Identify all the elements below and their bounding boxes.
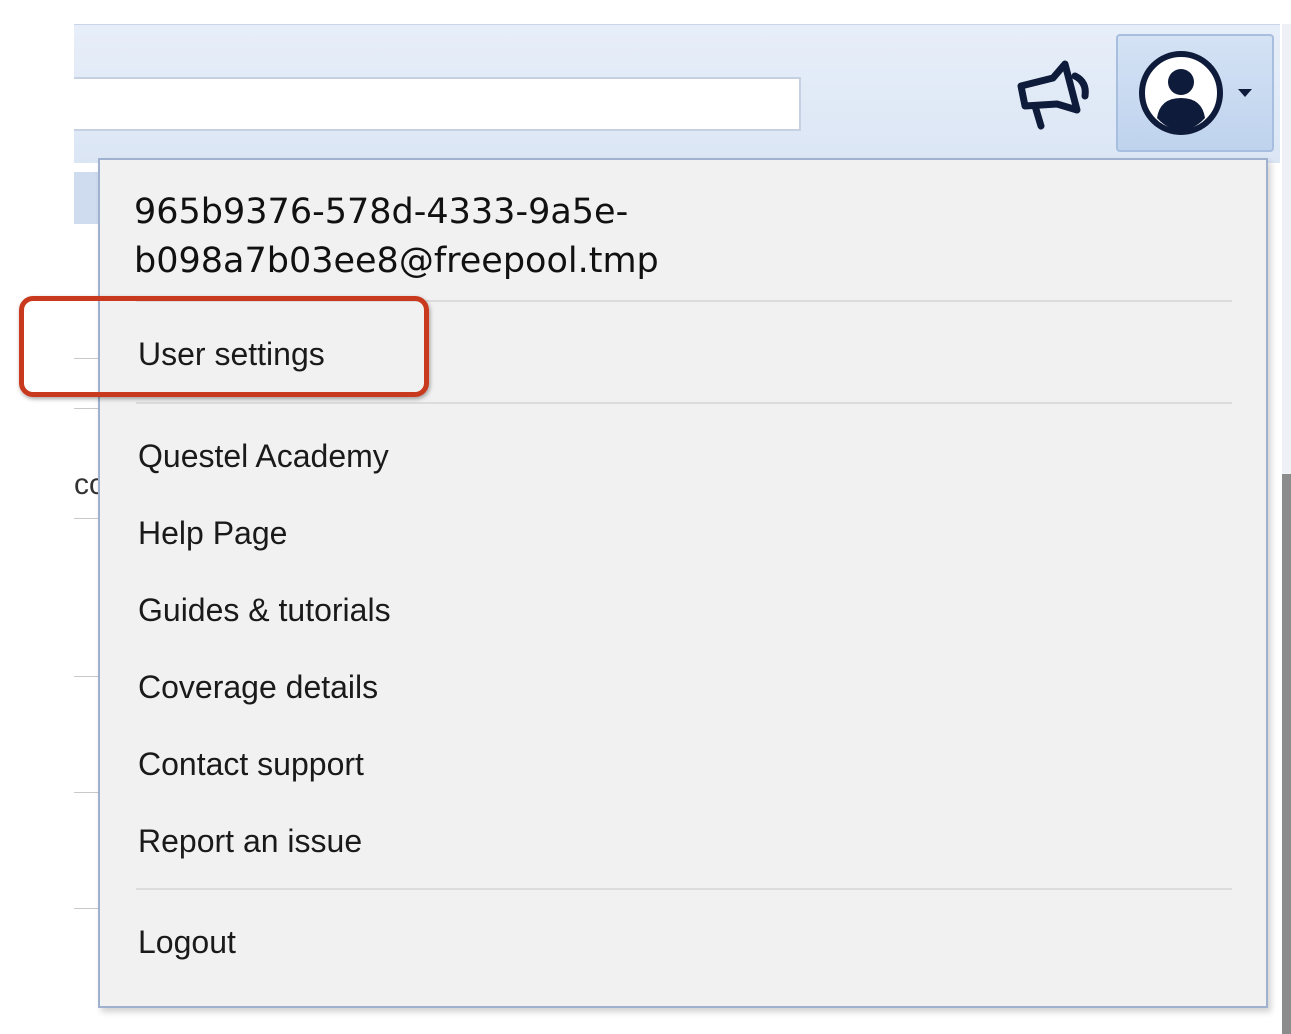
user-dropdown-menu: 965b9376-578d-4333-9a5e- b098a7b03ee8@fr… <box>98 158 1268 1008</box>
caret-down-icon <box>1238 89 1252 97</box>
announcements-button[interactable] <box>1004 56 1100 136</box>
menu-item-help-page[interactable]: Help Page <box>138 513 287 553</box>
menu-item-guides-tutorials[interactable]: Guides & tutorials <box>138 590 391 630</box>
row-divider <box>74 676 100 677</box>
user-circle-icon <box>1139 51 1223 135</box>
search-input[interactable] <box>74 77 801 131</box>
row-divider <box>74 908 100 909</box>
row-divider <box>74 358 100 359</box>
scrollbar[interactable] <box>1282 24 1291 1034</box>
user-menu-button[interactable] <box>1116 34 1274 152</box>
row-divider <box>74 792 100 793</box>
menu-item-report-issue[interactable]: Report an issue <box>138 821 362 861</box>
menu-item-coverage-details[interactable]: Coverage details <box>138 667 378 707</box>
background-tab <box>74 172 100 224</box>
menu-item-contact-support[interactable]: Contact support <box>138 744 364 784</box>
user-email: 965b9376-578d-4333-9a5e- b098a7b03ee8@fr… <box>134 192 659 281</box>
menu-item-user-settings[interactable]: User settings <box>138 334 325 374</box>
row-divider <box>74 408 100 409</box>
row-divider <box>74 518 100 519</box>
menu-item-logout[interactable]: Logout <box>138 922 236 962</box>
menu-item-questel-academy[interactable]: Questel Academy <box>138 436 389 476</box>
menu-divider <box>136 402 1232 404</box>
menu-divider <box>136 888 1232 890</box>
megaphone-icon <box>1017 60 1089 130</box>
background-text: cc <box>74 468 100 501</box>
menu-divider <box>136 300 1232 302</box>
background-content: cc <box>74 172 100 1022</box>
scrollbar-thumb[interactable] <box>1282 474 1291 1034</box>
